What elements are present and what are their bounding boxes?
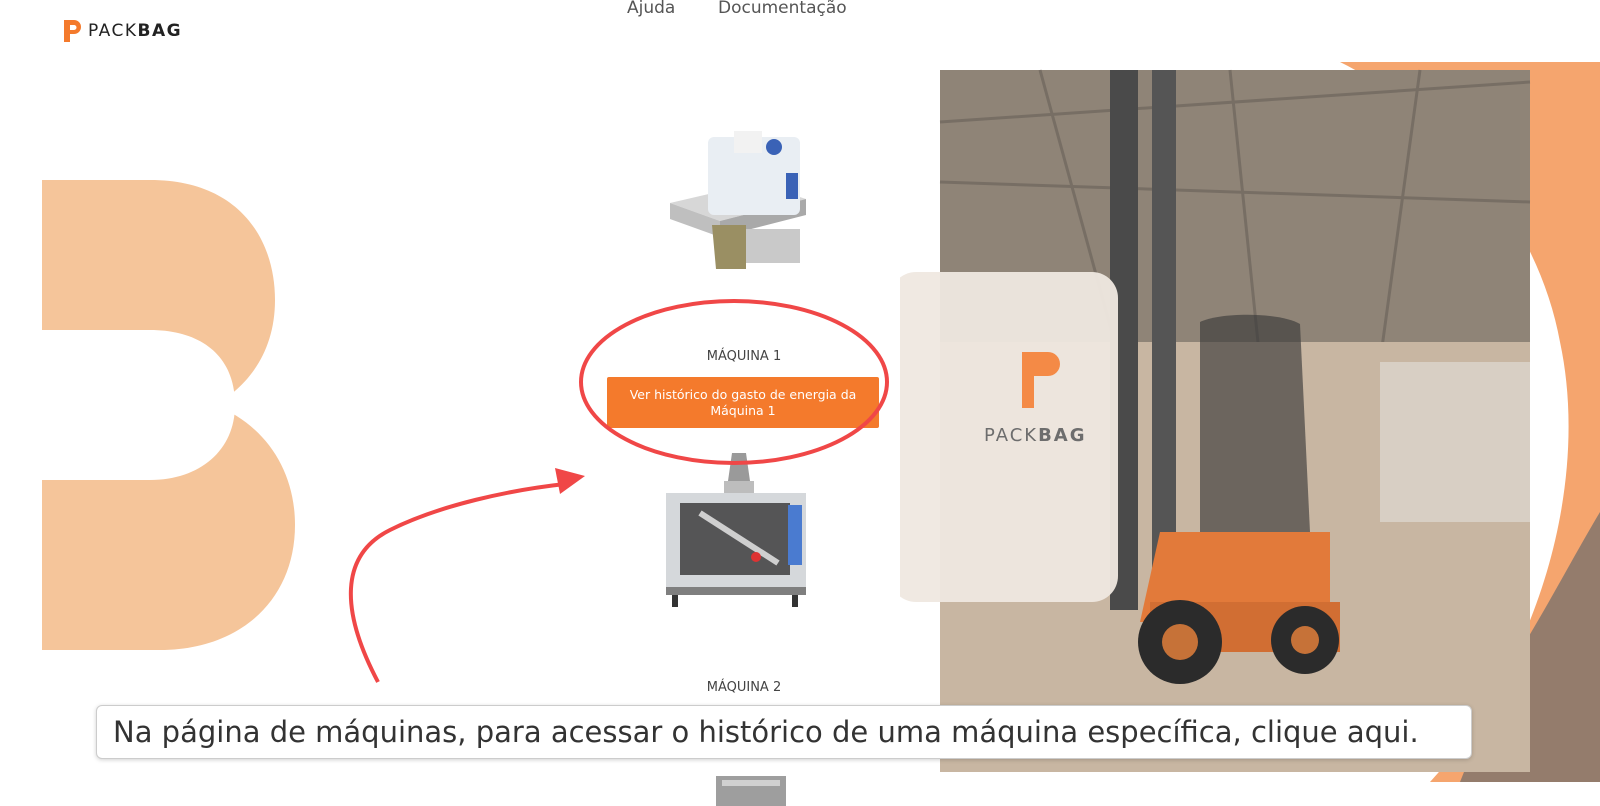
bag-print-logo: PACKBAG <box>984 425 1087 446</box>
nav-link-documentacao[interactable]: Documentação <box>718 0 847 18</box>
sewing-machine-image <box>670 131 806 269</box>
hero-warehouse-image: PACKBAG <box>900 62 1600 782</box>
decorative-b-shape <box>0 180 295 650</box>
packaging-machine-image <box>666 453 806 607</box>
tutorial-tooltip: Na página de máquinas, para acessar o hi… <box>96 705 1472 759</box>
packbag-logo-icon <box>64 20 81 42</box>
pointer-arrow-icon <box>349 468 585 683</box>
forklift-photo <box>900 62 1600 782</box>
nav-link-ajuda[interactable]: Ajuda <box>627 0 675 18</box>
machine-3-image-peek <box>716 776 786 806</box>
brand-name: PACKBAG <box>88 21 183 41</box>
packbag-logo[interactable]: PACKBAG <box>62 16 182 46</box>
machine-title-2: MÁQUINA 2 <box>706 680 782 695</box>
tutorial-tooltip-text: Na página de máquinas, para acessar o hi… <box>113 715 1419 749</box>
highlight-circle <box>579 299 889 465</box>
